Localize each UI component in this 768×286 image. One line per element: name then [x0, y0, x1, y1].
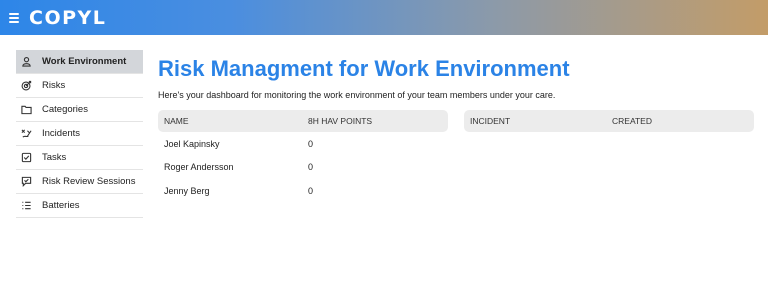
- folder-icon: [20, 104, 32, 116]
- hav-points: 0: [308, 162, 314, 173]
- sidebar-item-risk-review-sessions[interactable]: Risk Review Sessions: [16, 170, 143, 194]
- app-logo[interactable]: COPYL: [29, 7, 106, 29]
- sidebar: Work Environment Risks Categories Incide…: [16, 50, 143, 218]
- sidebar-item-label: Work Environment: [42, 56, 127, 67]
- incident-icon: [20, 128, 32, 140]
- sidebar-item-tasks[interactable]: Tasks: [16, 146, 143, 170]
- table-header: NAME 8H HAV POINTS: [158, 110, 448, 132]
- member-name: Jenny Berg: [164, 185, 210, 196]
- page-subtitle: Here's your dashboard for monitoring the…: [158, 90, 556, 100]
- chat-check-icon: [20, 176, 32, 188]
- table-header: INCIDENT CREATED: [464, 110, 754, 132]
- sidebar-item-label: Categories: [42, 104, 88, 115]
- member-name: Joel Kapinsky: [164, 138, 220, 149]
- member-name: Roger Andersson: [164, 162, 234, 173]
- column-header-hav-points[interactable]: 8H HAV POINTS: [308, 116, 372, 126]
- column-header-name[interactable]: NAME: [158, 116, 308, 126]
- column-header-created[interactable]: CREATED: [612, 116, 652, 126]
- members-table: NAME 8H HAV POINTS Joel Kapinsky 0 Roger…: [158, 110, 448, 203]
- sidebar-item-label: Incidents: [42, 128, 81, 139]
- sidebar-item-label: Tasks: [42, 152, 67, 163]
- person-badge-icon: [20, 56, 32, 68]
- table-row[interactable]: Roger Andersson 0: [158, 156, 448, 180]
- sidebar-item-incidents[interactable]: Incidents: [16, 122, 143, 146]
- target-icon: [20, 80, 32, 92]
- menu-icon[interactable]: [9, 12, 19, 23]
- hav-points: 0: [308, 138, 314, 149]
- sidebar-item-batteries[interactable]: Batteries: [16, 194, 143, 218]
- sidebar-item-work-environment[interactable]: Work Environment: [16, 50, 143, 74]
- sidebar-item-label: Risk Review Sessions: [42, 176, 136, 187]
- page-title: Risk Managment for Work Environment: [158, 56, 570, 81]
- checkbox-icon: [20, 152, 32, 164]
- incidents-table: INCIDENT CREATED: [464, 110, 754, 132]
- sidebar-item-label: Batteries: [42, 200, 80, 211]
- table-row[interactable]: Joel Kapinsky 0: [158, 132, 448, 156]
- sidebar-item-label: Risks: [42, 80, 66, 91]
- sidebar-item-risks[interactable]: Risks: [16, 74, 143, 98]
- sidebar-item-categories[interactable]: Categories: [16, 98, 143, 122]
- top-bar: COPYL: [0, 0, 768, 35]
- table-row[interactable]: Jenny Berg 0: [158, 179, 448, 203]
- list-icon: [20, 200, 32, 212]
- main-content: Risk Managment for Work Environment Here…: [158, 56, 758, 196]
- hav-points: 0: [308, 185, 314, 196]
- column-header-incident[interactable]: INCIDENT: [464, 116, 612, 126]
